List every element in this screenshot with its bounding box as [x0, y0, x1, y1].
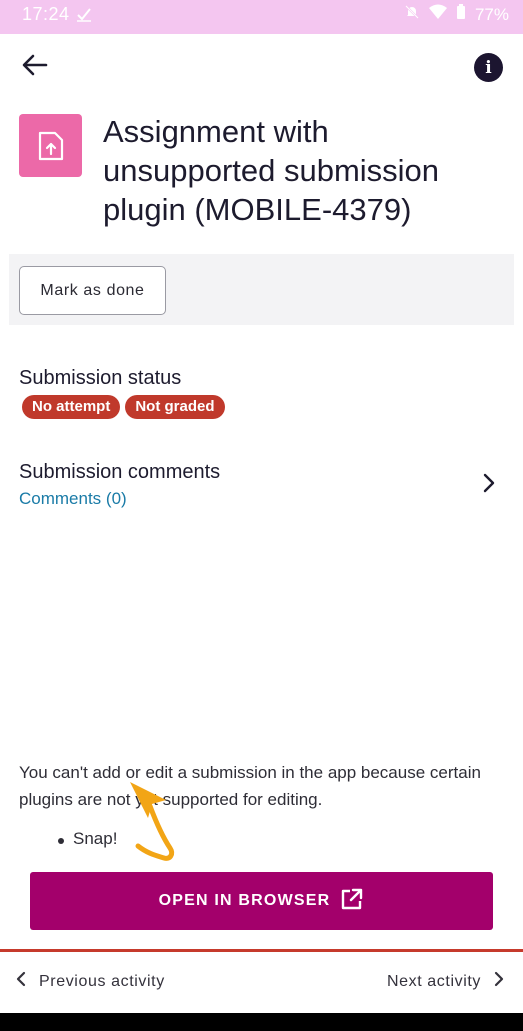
back-button[interactable]	[18, 50, 52, 84]
external-link-icon	[340, 887, 364, 916]
status-icons: 77%	[404, 4, 509, 25]
battery-icon	[456, 4, 466, 25]
info-button[interactable]: i	[474, 53, 503, 82]
bell-off-icon	[404, 4, 420, 25]
status-badge-not-graded: Not graded	[125, 395, 225, 419]
chevron-right-icon	[493, 971, 505, 992]
open-in-browser-label: OPEN IN BROWSER	[158, 892, 331, 909]
arrow-left-icon	[22, 54, 48, 81]
status-badges: No attempt Not graded	[22, 395, 225, 419]
comments-count-link[interactable]: Comments (0)	[19, 489, 127, 509]
status-bar: 17:24 77%	[0, 0, 523, 34]
app-screen: 17:24 77% i Assignment with unsupported …	[0, 0, 523, 1013]
list-item: Snap!	[58, 829, 117, 849]
chevron-left-icon	[15, 971, 27, 992]
submission-comments-row[interactable]: Submission comments Comments (0)	[0, 450, 523, 520]
status-badge-no-attempt: No attempt	[22, 395, 121, 419]
assignment-upload-icon	[19, 114, 82, 177]
unsupported-plugin-notice: You can't add or edit a submission in th…	[19, 763, 481, 809]
open-in-browser-button[interactable]: OPEN IN BROWSER	[30, 872, 493, 930]
wifi-icon	[428, 4, 447, 25]
mark-as-done-button[interactable]: Mark as done	[19, 266, 166, 315]
previous-activity-button[interactable]: Previous activity	[15, 971, 165, 992]
plugin-list: Snap!	[58, 829, 117, 849]
chevron-right-icon	[478, 472, 500, 494]
previous-activity-label: Previous activity	[39, 972, 165, 990]
submission-status-title: Submission status	[19, 367, 182, 389]
plugin-name: Snap!	[73, 829, 118, 848]
next-activity-label: Next activity	[386, 972, 481, 990]
page-title: Assignment with unsupported submission p…	[103, 114, 440, 227]
next-activity-button[interactable]: Next activity	[387, 971, 505, 992]
checkmark-icon	[76, 6, 92, 27]
info-icon: i	[485, 57, 492, 78]
submission-comments-title: Submission comments	[19, 461, 221, 483]
battery-percent: 77%	[474, 4, 509, 24]
activity-navigation: Previous activity Next activity	[0, 952, 523, 1013]
status-time: 17:24	[22, 4, 70, 24]
